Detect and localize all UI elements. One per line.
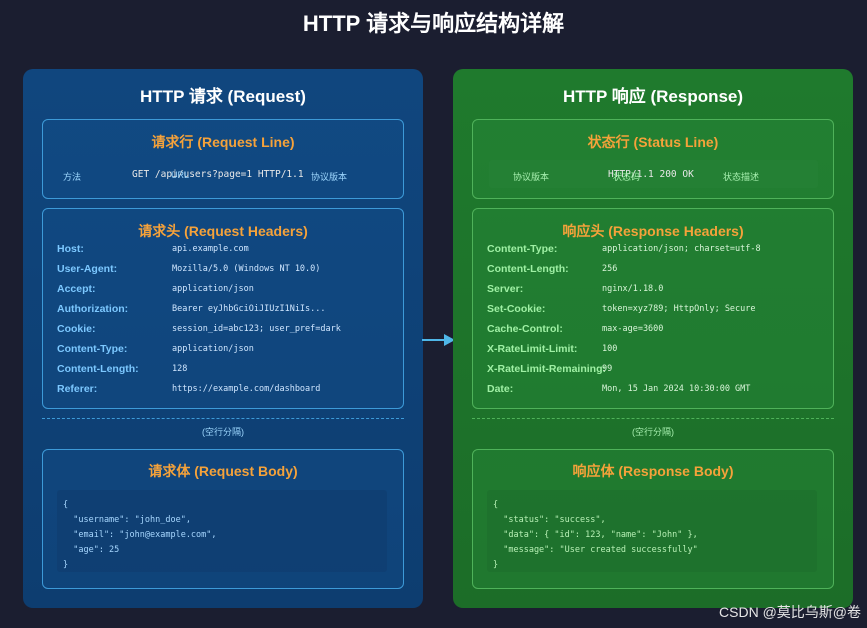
response-body-code: { "status": "success", "data": { "id": 1… xyxy=(487,490,817,572)
header-row: Content-Length: 256 xyxy=(487,263,827,281)
code-line: "age": 25 xyxy=(63,545,120,555)
status-desc-label: 状态描述 xyxy=(723,172,760,182)
code-line: "message": "User created successfully" xyxy=(493,545,698,555)
url-label: URL xyxy=(171,170,190,180)
header-row: Date: Mon, 15 Jan 2024 10:30:00 GMT xyxy=(487,383,827,401)
header-value: Mon, 15 Jan 2024 10:30:00 GMT xyxy=(602,384,751,394)
blank-line-divider xyxy=(472,418,834,419)
header-row: Content-Type: application/json; charset=… xyxy=(487,243,827,261)
blank-line-label: (空行分隔) xyxy=(202,427,244,437)
method-label: 方法 xyxy=(63,172,82,182)
code-line: "data": { "id": 123, "name": "John" }, xyxy=(493,530,698,540)
header-value: 100 xyxy=(602,344,618,354)
header-row: Accept: application/json xyxy=(57,283,397,301)
header-key: Content-Length: xyxy=(57,363,139,375)
response-headers-box: 响应头 (Response Headers) Content-Type: app… xyxy=(472,208,834,409)
code-line: } xyxy=(63,560,69,570)
header-value: token=xyz789; HttpOnly; Secure xyxy=(602,304,756,314)
header-key: Content-Type: xyxy=(487,243,558,255)
response-panel-title: HTTP 响应 (Response) xyxy=(562,87,744,106)
response-headers-title: 响应头 (Response Headers) xyxy=(562,223,744,239)
header-value: Mozilla/5.0 (Windows NT 10.0) xyxy=(172,264,321,274)
code-line: "username": "john_doe", xyxy=(63,515,191,525)
request-panel-title: HTTP 请求 (Request) xyxy=(140,87,306,106)
header-row: Authorization: Bearer eyJhbGciOiJIUzI1Ni… xyxy=(57,303,397,321)
header-row: Host: api.example.com xyxy=(57,243,397,261)
header-row: User-Agent: Mozilla/5.0 (Windows NT 10.0… xyxy=(57,263,397,281)
header-key: User-Agent: xyxy=(57,263,118,275)
response-panel: HTTP 响应 (Response) 状态行 (Status Line) 协议版… xyxy=(453,69,853,608)
header-value: api.example.com xyxy=(172,244,249,254)
status-line-box: 状态行 (Status Line) 协议版本 HTTP/1.1 200 OK 状… xyxy=(472,119,834,199)
header-value: session_id=abc123; user_pref=dark xyxy=(172,324,341,334)
status-code-label: 状态码 xyxy=(613,172,641,182)
code-line: } xyxy=(493,560,499,570)
header-key: Content-Length: xyxy=(487,263,569,275)
header-value: 128 xyxy=(172,364,188,374)
request-body-title: 请求体 (Request Body) xyxy=(148,463,298,479)
header-value: application/json xyxy=(172,344,254,354)
code-line: { xyxy=(493,500,499,510)
header-value: application/json; charset=utf-8 xyxy=(602,244,761,254)
status-line-title: 状态行 (Status Line) xyxy=(587,134,719,150)
blank-line-divider xyxy=(42,418,404,419)
request-headers-box: 请求头 (Request Headers) Host: api.example.… xyxy=(42,208,404,409)
header-key: Content-Type: xyxy=(57,343,128,355)
version-label: 协议版本 xyxy=(311,172,348,182)
header-value: application/json xyxy=(172,284,254,294)
blank-line-label: (空行分隔) xyxy=(632,427,674,437)
header-key: Server: xyxy=(487,283,524,295)
header-key: Cookie: xyxy=(57,323,96,335)
header-key: Date: xyxy=(487,383,514,395)
watermark: CSDN @莫比乌斯@卷 xyxy=(719,604,861,620)
header-value: 256 xyxy=(602,264,618,274)
header-key: Referer: xyxy=(57,383,98,395)
header-key: Host: xyxy=(57,243,84,255)
request-panel: HTTP 请求 (Request) 请求行 (Request Line) 方法 … xyxy=(23,69,423,608)
header-row: Set-Cookie: token=xyz789; HttpOnly; Secu… xyxy=(487,303,827,321)
header-value: 99 xyxy=(602,364,613,374)
request-line-value: GET /api/users?page=1 HTTP/1.1 xyxy=(132,169,304,180)
code-line: "status": "success", xyxy=(493,515,606,525)
header-row: Content-Type: application/json xyxy=(57,343,397,361)
header-row: Cookie: session_id=abc123; user_pref=dar… xyxy=(57,323,397,341)
header-row: Cache-Control: max-age=3600 xyxy=(487,323,827,341)
request-line-title: 请求行 (Request Line) xyxy=(151,134,295,150)
header-row: X-RateLimit-Remaining: 99 xyxy=(487,363,827,381)
header-key: X-RateLimit-Remaining: xyxy=(487,363,607,375)
header-value: nginx/1.18.0 xyxy=(602,284,664,294)
page-title: HTTP 请求与响应结构详解 xyxy=(302,11,565,36)
header-row: X-RateLimit-Limit: 100 xyxy=(487,343,827,361)
code-line: { xyxy=(63,500,69,510)
protocol-version-label: 协议版本 xyxy=(513,172,550,182)
header-row: Referer: https://example.com/dashboard xyxy=(57,383,397,401)
request-headers-title: 请求头 (Request Headers) xyxy=(138,223,308,239)
request-body-box: 请求体 (Request Body) { "username": "john_d… xyxy=(42,449,404,589)
header-value: Bearer eyJhbGciOiJIUzI1NiIs... xyxy=(172,304,326,314)
code-line: "email": "john@example.com", xyxy=(63,530,217,540)
header-value: https://example.com/dashboard xyxy=(172,384,321,394)
header-row: Content-Length: 128 xyxy=(57,363,397,381)
arrow-right-icon xyxy=(422,334,455,346)
header-key: Set-Cookie: xyxy=(487,303,546,315)
header-value: max-age=3600 xyxy=(602,324,664,334)
request-line-box: 请求行 (Request Line) 方法 GET /api/users?pag… xyxy=(42,119,404,199)
request-body-code: { "username": "john_doe", "email": "john… xyxy=(57,490,387,572)
header-key: Authorization: xyxy=(57,303,129,315)
header-key: Cache-Control: xyxy=(487,323,563,335)
header-key: X-RateLimit-Limit: xyxy=(487,343,578,355)
response-body-title: 响应体 (Response Body) xyxy=(572,463,734,479)
response-body-box: 响应体 (Response Body) { "status": "success… xyxy=(472,449,834,589)
header-row: Server: nginx/1.18.0 xyxy=(487,283,827,301)
header-key: Accept: xyxy=(57,283,96,295)
